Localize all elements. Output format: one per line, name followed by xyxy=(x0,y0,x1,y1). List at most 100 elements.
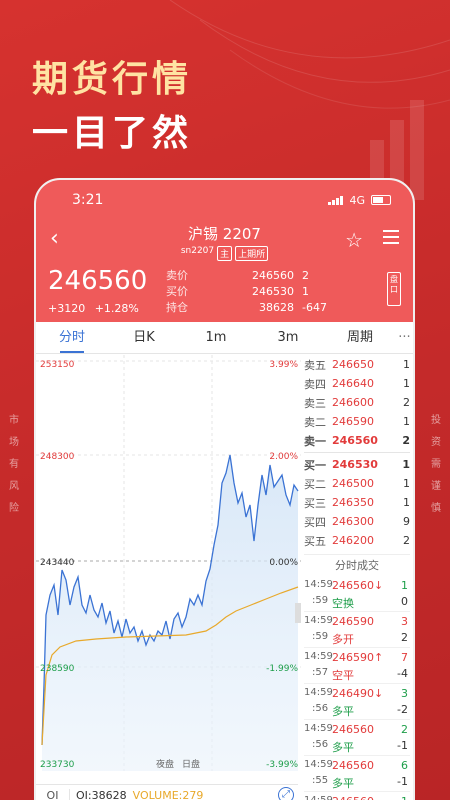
price-axis-label-bottom: 233730 xyxy=(40,760,75,770)
menu-icon[interactable] xyxy=(383,230,399,244)
oi-indicator-button[interactable]: OI xyxy=(36,789,70,800)
night-session-label: 夜盘 xyxy=(156,758,174,770)
level-volume: 9 xyxy=(403,515,410,528)
level-price: 246350 xyxy=(332,496,374,509)
level-price: 246640 xyxy=(332,377,374,390)
trade-volume: 2 xyxy=(401,723,408,736)
order-book-toggle-button[interactable]: 盘口 xyxy=(387,272,401,306)
level-price: 246590 xyxy=(332,415,374,428)
tab-1m[interactable]: 1m xyxy=(180,322,252,354)
bid-level-row[interactable]: 买二 246500 1 xyxy=(304,474,410,493)
trade-row: 14:59:56 246560 多平 2 -1 xyxy=(304,720,410,756)
trade-price: 246590 xyxy=(332,615,374,628)
trade-volume: 1 xyxy=(401,795,408,800)
day-session-label: 日盘 xyxy=(182,758,200,770)
more-tabs-button[interactable]: ··· xyxy=(396,330,413,345)
last-price: 246560 xyxy=(48,266,148,296)
level-label: 卖一 xyxy=(304,434,326,448)
level-price: 246650 xyxy=(332,358,374,371)
level-price: 246600 xyxy=(332,396,374,409)
open-interest-label: 持仓 xyxy=(166,301,188,314)
level-label: 买三 xyxy=(304,496,326,510)
nav-bar: ‹ 沪锡 2207 sn2207 主 上期所 ☆ xyxy=(36,220,413,261)
trade-price: 246560 xyxy=(332,579,374,592)
bid-volume: 1 xyxy=(302,285,309,298)
trade-type: 多平 xyxy=(332,777,354,790)
fullscreen-icon[interactable]: ⤢ xyxy=(278,787,294,800)
tab-period[interactable]: 周期 xyxy=(324,322,396,354)
level-label: 卖二 xyxy=(304,415,326,429)
trade-row: 14:59:59 246590 多开 3 2 xyxy=(304,612,410,648)
level-price: 246560 xyxy=(332,434,378,447)
oi-value: OI:38628 xyxy=(76,789,127,800)
bid-level-row[interactable]: 买五 246200 2 xyxy=(304,531,410,550)
trade-oi-change: -1 xyxy=(397,775,408,788)
trade-volume: 7 xyxy=(401,651,408,664)
trade-volume: 3 xyxy=(401,687,408,700)
ask-level-row[interactable]: 卖五 246650 1 xyxy=(304,355,410,374)
ask-level-row[interactable]: 卖三 246600 2 xyxy=(304,393,410,412)
trade-seconds: :55 xyxy=(312,775,329,786)
trade-volume: 1 xyxy=(401,579,408,592)
trade-price: 246560 xyxy=(332,723,374,736)
level-volume: 1 xyxy=(403,377,410,390)
trade-row: 14:59:57 246590↑ 空平 7 -4 xyxy=(304,648,410,684)
bid-price: 246530 xyxy=(252,285,294,298)
trade-direction-arrow: ↓ xyxy=(374,687,384,700)
trade-time: 14:59 xyxy=(304,651,333,662)
level-label: 买一 xyxy=(304,458,326,472)
level-volume: 1 xyxy=(403,358,410,371)
level-volume: 1 xyxy=(402,458,410,471)
trade-price: 246560 xyxy=(332,759,374,772)
price-axis-label-mid: 243440 xyxy=(40,558,75,568)
level-label: 买四 xyxy=(304,515,326,529)
ask-volume: 2 xyxy=(302,269,309,282)
bid-level-row[interactable]: 买四 246300 9 xyxy=(304,512,410,531)
trades-title: 分时成交 xyxy=(304,554,410,576)
trade-volume: 3 xyxy=(401,615,408,628)
tab-daily-k[interactable]: 日K xyxy=(108,322,180,354)
bid-level-row[interactable]: 买三 246350 1 xyxy=(304,493,410,512)
trade-row: 14:59:55 246560 多平 6 -1 xyxy=(304,756,410,792)
trade-type: 空平 xyxy=(332,669,354,682)
chart-drag-handle[interactable] xyxy=(295,603,301,623)
price-axis-label-top: 253150 xyxy=(40,360,75,370)
level-volume: 2 xyxy=(403,396,410,409)
level-label: 买五 xyxy=(304,534,326,548)
price-axis-label-2: 248300 xyxy=(40,452,75,462)
trade-seconds: :57 xyxy=(312,667,329,678)
trade-direction-arrow: ↓ xyxy=(374,579,384,592)
exchange-tag: 上期所 xyxy=(235,246,269,261)
phone-screen: 3:21 4G ‹ 沪锡 2207 sn2207 主 上期所 ☆ 246560 xyxy=(34,178,415,800)
level-volume: 1 xyxy=(403,496,410,509)
network-label: 4G xyxy=(349,193,365,207)
trade-seconds: :59 xyxy=(312,631,329,642)
ask-level-row[interactable]: 卖二 246590 1 xyxy=(304,412,410,431)
ask-level-row[interactable]: 卖四 246640 1 xyxy=(304,374,410,393)
trade-price: 246490 xyxy=(332,687,374,700)
level-volume: 1 xyxy=(403,415,410,428)
ask-level-row[interactable]: 卖一 246560 2 xyxy=(304,431,410,450)
trade-oi-change: 2 xyxy=(401,631,408,644)
trade-row: 14:59:542465601 xyxy=(304,792,410,800)
signal-icon xyxy=(328,195,344,205)
status-icons: 4G xyxy=(328,194,391,207)
intraday-chart[interactable]: 253150 248300 243440 238590 233730 3.99%… xyxy=(36,355,301,800)
level-label: 卖五 xyxy=(304,358,326,372)
trade-seconds: :59 xyxy=(312,595,329,606)
trade-oi-change: -2 xyxy=(397,703,408,716)
main-contract-tag: 主 xyxy=(217,246,233,261)
book-divider xyxy=(304,452,410,453)
trade-direction-arrow: ↑ xyxy=(374,651,384,664)
bid-label: 买价 xyxy=(166,285,188,298)
tab-timeshare[interactable]: 分时 xyxy=(36,322,108,354)
trade-oi-change: -4 xyxy=(397,667,408,680)
price-change: +3120 xyxy=(48,302,86,315)
price-axis-label-4: 238590 xyxy=(40,664,75,674)
order-book: 卖五 246650 1 卖四 246640 1 卖三 246600 2 卖二 246590 1 卖一 24… xyxy=(304,355,410,800)
tab-3m[interactable]: 3m xyxy=(252,322,324,354)
bid-level-row[interactable]: 买一 246530 1 xyxy=(304,455,410,474)
star-icon[interactable]: ☆ xyxy=(345,228,363,252)
open-interest-change: -647 xyxy=(302,301,327,314)
risk-warning-left: 市场有风险 xyxy=(9,415,19,514)
